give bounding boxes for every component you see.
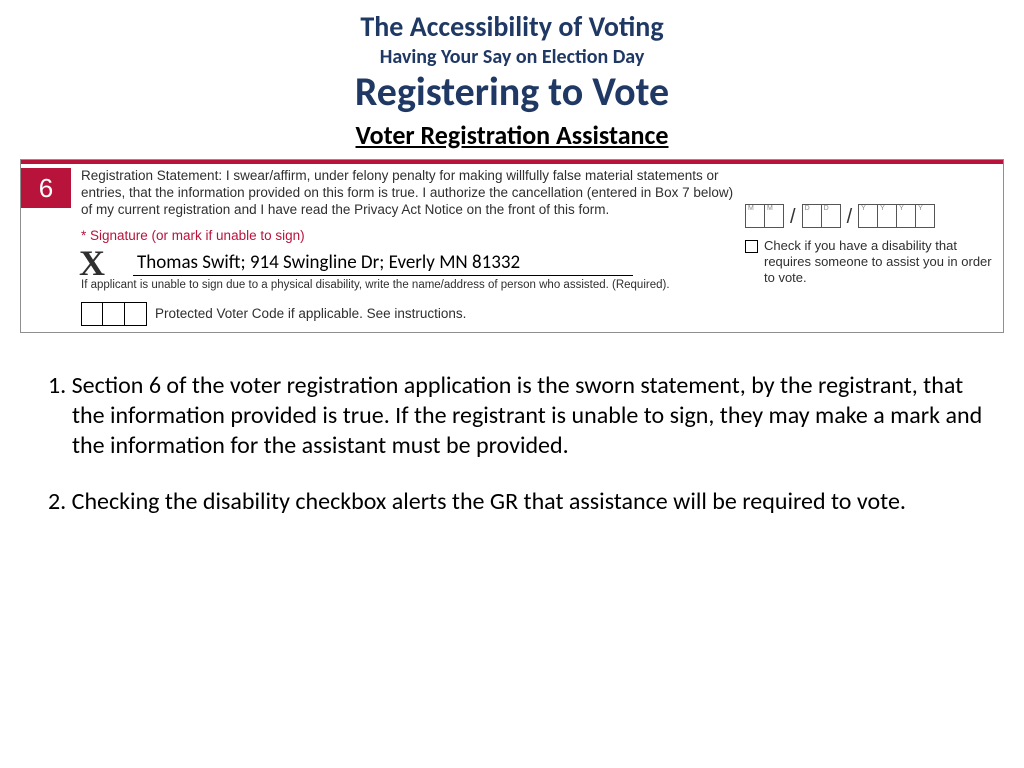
protected-voter-code-row: Protected Voter Code if applicable. See … (81, 302, 735, 326)
signature-value: Thomas Swift; 914 Swingline Dr; Everly M… (133, 251, 633, 276)
date-entry-row: M M / D D / Y Y Y Y (745, 204, 995, 228)
signature-note: If applicant is unable to sign due to a … (81, 278, 735, 292)
date-box-y: Y (877, 204, 897, 228)
signature-x-mark: X (79, 247, 105, 279)
signature-label-prefix: * Signature (81, 228, 148, 243)
date-box-y: Y (858, 204, 878, 228)
date-box-d: D (821, 204, 841, 228)
date-box-d: D (802, 204, 822, 228)
pvc-label: Protected Voter Code if applicable. See … (155, 306, 466, 323)
date-slash: / (788, 206, 798, 229)
title-line-3: Registering to Vote (0, 71, 1024, 113)
signature-label-suffix: (or mark if unable to sign) (148, 228, 305, 243)
form-right-column: M M / D D / Y Y Y Y Check if you have (735, 168, 995, 326)
title-line-2: Having Your Say on Election Day (0, 45, 1024, 69)
paragraph-1-text: 1. Section 6 of the voter registration a… (38, 371, 986, 461)
registration-statement: Registration Statement: I swear/affirm, … (81, 168, 735, 219)
date-box-m: M (764, 204, 784, 228)
title-line-1: The Accessibility of Voting (0, 12, 1024, 43)
form-mid-column: Registration Statement: I swear/affirm, … (71, 168, 735, 326)
disability-checkbox-row: Check if you have a disability that requ… (745, 238, 995, 287)
form-section-6: 6 Registration Statement: I swear/affirm… (20, 159, 1004, 333)
pvc-box (125, 302, 147, 326)
title-block: The Accessibility of Voting Having Your … (0, 0, 1024, 151)
disability-checkbox-label: Check if you have a disability that requ… (764, 238, 995, 287)
date-box-y: Y (896, 204, 916, 228)
signature-row: X Thomas Swift; 914 Swingline Dr; Everly… (81, 243, 735, 275)
section-number-box: 6 (21, 168, 71, 208)
date-box-y: Y (915, 204, 935, 228)
paragraph-1: 1. Section 6 of the voter registration a… (38, 371, 986, 461)
pvc-box (103, 302, 125, 326)
date-slash: / (845, 206, 855, 229)
title-line-4: Voter Registration Assistance (0, 119, 1024, 151)
pvc-box (81, 302, 103, 326)
paragraph-2-text: 2. Checking the disability checkbox aler… (38, 487, 986, 517)
body-text: 1. Section 6 of the voter registration a… (38, 371, 986, 517)
disability-checkbox[interactable] (745, 240, 758, 253)
date-box-m: M (745, 204, 765, 228)
pvc-boxes (81, 302, 147, 326)
paragraph-2: 2. Checking the disability checkbox aler… (38, 487, 986, 517)
